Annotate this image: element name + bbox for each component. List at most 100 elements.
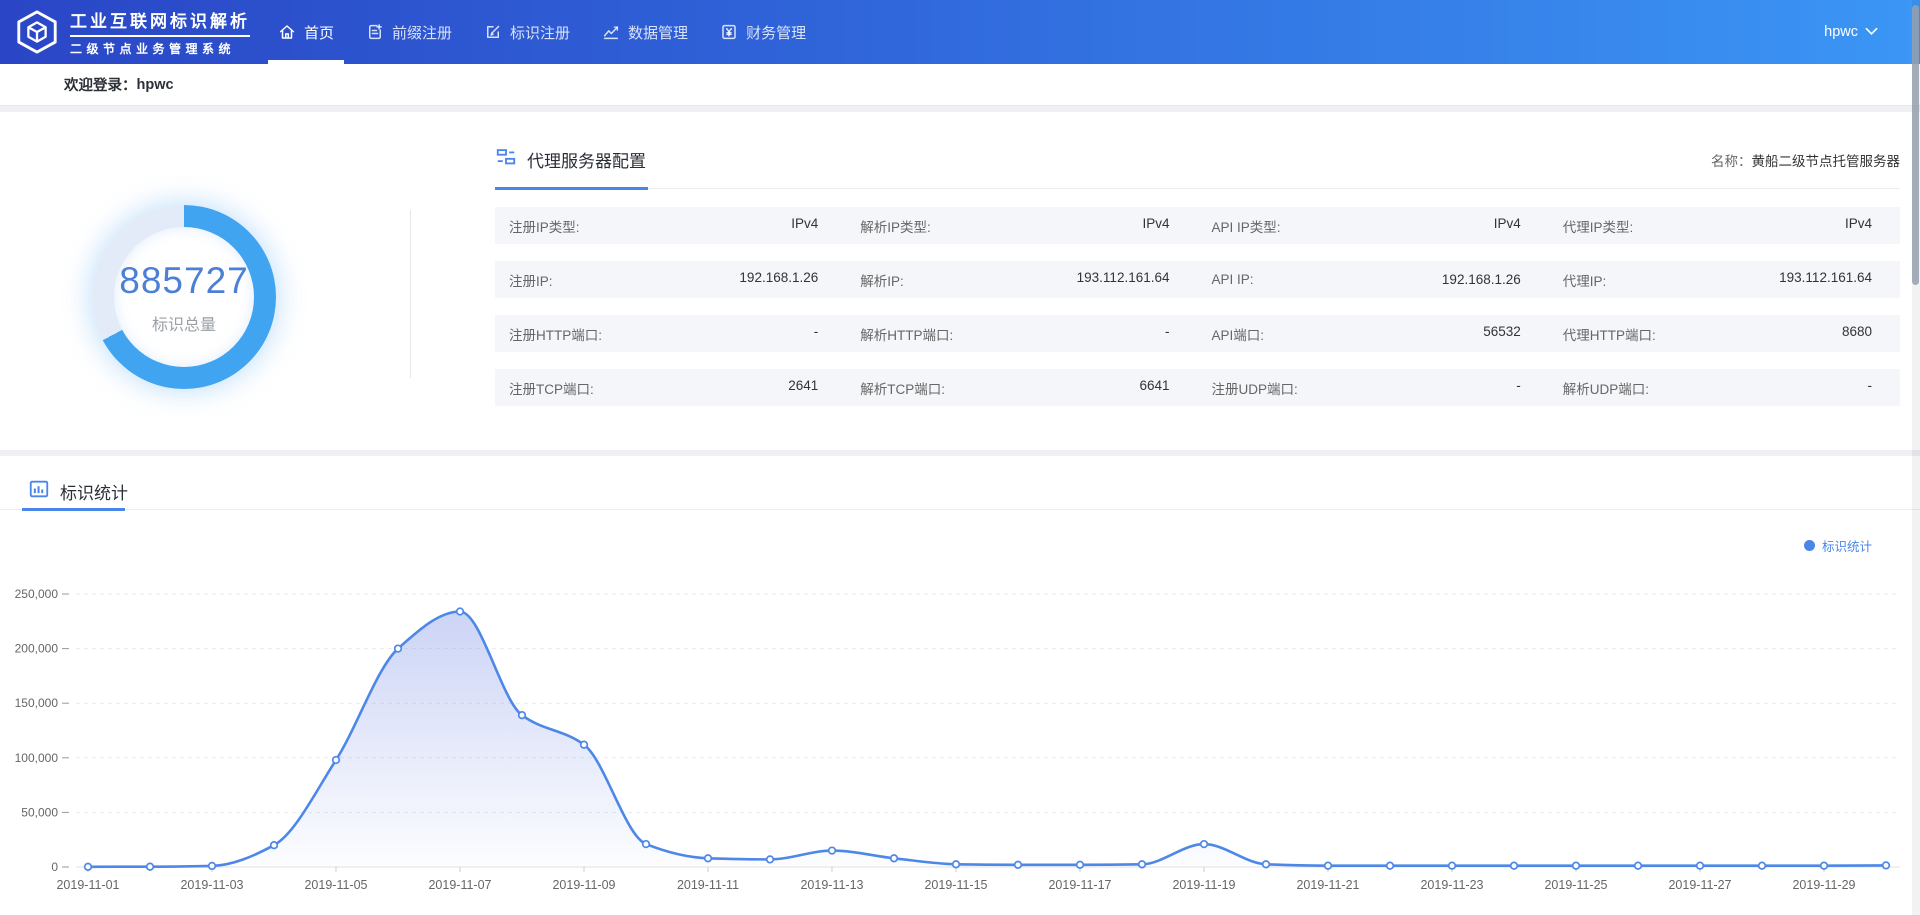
nav-item-4[interactable]: 财务管理 [704, 0, 822, 64]
logo-text: 工业互联网标识解析 二级节点业务管理系统 [70, 7, 250, 57]
nav-item-2[interactable]: 标识注册 [468, 0, 586, 64]
data-point[interactable] [581, 741, 588, 748]
app-header: 工业互联网标识解析 二级节点业务管理系统 首页前缀注册标识注册数据管理财务管理 … [0, 0, 1920, 64]
config-value: - [1516, 378, 1521, 398]
config-cell: API IP: 192.168.1.26 [1198, 272, 1549, 287]
x-axis-label: 2019-11-13 [800, 878, 863, 892]
nav-item-label: 标识注册 [510, 22, 570, 43]
data-point[interactable] [1697, 862, 1704, 869]
nav-item-home[interactable]: 首页 [262, 0, 350, 64]
x-axis-label: 2019-11-01 [56, 878, 119, 892]
config-label: API IP: [1212, 272, 1254, 287]
x-axis-label: 2019-11-17 [1048, 878, 1111, 892]
config-cell: 解析UDP端口:- [1549, 378, 1900, 398]
logo-subtitle: 二级节点业务管理系统 [70, 40, 250, 57]
config-label: 注册UDP端口: [1212, 378, 1298, 398]
data-point[interactable] [1759, 862, 1766, 869]
data-point[interactable] [891, 855, 898, 862]
data-point[interactable] [1573, 862, 1580, 869]
y-axis-label: 200,000 [15, 642, 59, 656]
y-axis-label: 50,000 [21, 805, 58, 819]
data-point[interactable] [1015, 862, 1022, 869]
config-value: - [814, 324, 819, 344]
prefix-register-icon [366, 23, 384, 41]
x-axis-label: 2019-11-07 [428, 878, 491, 892]
nav-item-label: 首页 [304, 22, 334, 43]
config-label: 注册IP类型: [509, 216, 580, 236]
logo: 工业互联网标识解析 二级节点业务管理系统 [14, 7, 250, 57]
data-point[interactable] [1883, 862, 1890, 869]
welcome-bar: 欢迎登录： hpwc [0, 64, 1920, 106]
config-label: 解析HTTP端口: [860, 324, 953, 344]
y-axis-label: 0 [51, 860, 58, 874]
data-point[interactable] [1263, 861, 1270, 868]
config-value: IPv4 [1142, 216, 1169, 236]
config-label: 注册TCP端口: [509, 378, 594, 398]
config-label: 解析IP类型: [860, 216, 931, 236]
config-cell: 代理HTTP端口:8680 [1549, 324, 1900, 344]
scrollbar-thumb[interactable] [1912, 5, 1919, 285]
config-label: 代理HTTP端口: [1563, 324, 1656, 344]
config-row: 注册IP类型:IPv4解析IP类型:IPv4API IP类型:IPv4代理IP类… [495, 207, 1900, 244]
data-point[interactable] [829, 847, 836, 854]
proxy-config-rows: 注册IP类型:IPv4解析IP类型:IPv4API IP类型:IPv4代理IP类… [495, 207, 1900, 406]
nav-item-label: 数据管理 [628, 22, 688, 43]
data-point[interactable] [1821, 862, 1828, 869]
data-management-icon [602, 23, 620, 41]
config-label: 解析IP: [860, 270, 904, 290]
x-axis-label: 2019-11-23 [1420, 878, 1483, 892]
config-label: 解析UDP端口: [1563, 378, 1649, 398]
config-cell: 注册HTTP端口:- [495, 324, 846, 344]
x-axis-label: 2019-11-11 [677, 878, 739, 892]
data-point[interactable] [1449, 862, 1456, 869]
data-point[interactable] [1635, 862, 1642, 869]
data-point[interactable] [457, 608, 464, 615]
area-fill [88, 612, 1886, 868]
config-label: 解析TCP端口: [860, 378, 945, 398]
data-point[interactable] [1077, 862, 1084, 869]
nav-item-3[interactable]: 数据管理 [586, 0, 704, 64]
nav-item-label: 财务管理 [746, 22, 806, 43]
user-menu[interactable]: hpwc [1824, 24, 1878, 40]
data-point[interactable] [147, 863, 154, 870]
y-axis-label: 150,000 [15, 696, 59, 710]
data-point[interactable] [1139, 861, 1146, 868]
config-cell: 注册TCP端口:2641 [495, 378, 846, 398]
data-point[interactable] [395, 645, 402, 652]
config-label: API端口: [1212, 324, 1265, 344]
data-point[interactable] [953, 861, 960, 868]
config-icon [495, 146, 517, 173]
data-point[interactable] [1511, 862, 1518, 869]
data-point[interactable] [271, 842, 278, 849]
x-axis-label: 2019-11-21 [1296, 878, 1359, 892]
config-value: IPv4 [1494, 216, 1521, 236]
config-value: 193.112.161.64 [1077, 270, 1170, 290]
data-point[interactable] [1325, 862, 1332, 869]
welcome-label: 欢迎登录： [64, 74, 137, 95]
data-point[interactable] [767, 856, 774, 863]
data-point[interactable] [1387, 862, 1394, 869]
overview-card: 885727 标识总量 代理服务器配置 名称：黄船二级节点托管服务器 [0, 112, 1920, 450]
config-label: 代理IP类型: [1563, 216, 1634, 236]
data-point[interactable] [209, 863, 216, 870]
data-point[interactable] [85, 864, 92, 871]
total-identifiers-value: 885727 [119, 260, 248, 302]
nav-item-1[interactable]: 前缀注册 [350, 0, 468, 64]
config-value: 192.168.1.26 [1442, 272, 1521, 287]
data-point[interactable] [333, 757, 340, 764]
data-point[interactable] [705, 855, 712, 862]
home-icon [278, 23, 296, 41]
logo-cube-icon [14, 9, 60, 55]
server-name: 名称：黄船二级节点托管服务器 [1711, 150, 1900, 170]
config-cell: 代理IP:193.112.161.64 [1549, 270, 1900, 290]
proxy-config-title: 代理服务器配置 [495, 146, 646, 173]
x-axis-label: 2019-11-29 [1792, 878, 1855, 892]
finance-management-icon [720, 23, 738, 41]
config-row: 注册IP:192.168.1.26解析IP:193.112.161.64API … [495, 261, 1900, 298]
data-point[interactable] [519, 712, 526, 719]
data-point[interactable] [643, 841, 650, 848]
data-point[interactable] [1201, 841, 1208, 848]
config-cell: 注册IP类型:IPv4 [495, 216, 846, 236]
y-axis-label: 250,000 [15, 587, 59, 601]
scrollbar-track[interactable] [1912, 0, 1920, 915]
